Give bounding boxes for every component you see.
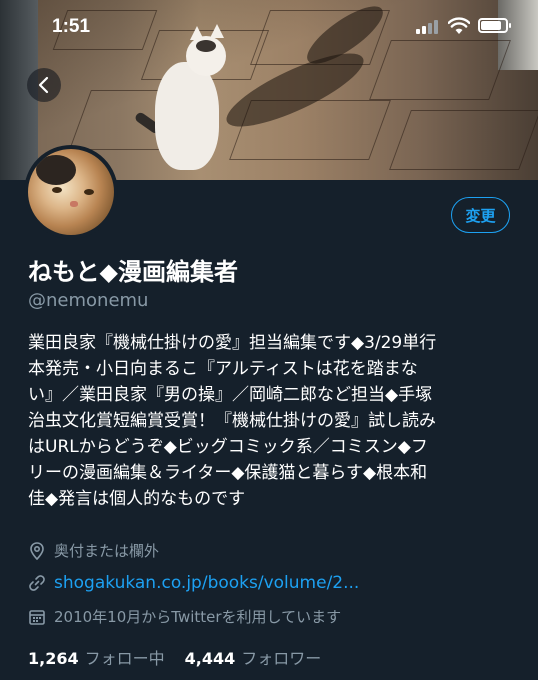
profile-joined-date: 2010年10月からTwitterを利用しています <box>28 606 341 627</box>
link-text[interactable]: shogakukan.co.jp/books/volume/2... <box>54 573 359 593</box>
back-button[interactable] <box>27 68 61 102</box>
followers-label: フォロワー <box>241 649 322 668</box>
following-link[interactable]: 1,264 フォロー中 <box>28 645 165 669</box>
location-text: 奥付または欄外 <box>54 542 160 560</box>
calendar-icon <box>28 608 46 626</box>
battery-icon <box>478 18 511 33</box>
bio-line: 本発売・小日向まるこ『アルティストは花を踏まな <box>28 359 418 379</box>
following-count: 1,264 <box>28 649 79 668</box>
bio-line: はURLからどうぞ◆ビッグコミック系／コミスン◆フ <box>28 437 428 457</box>
user-handle: @nemonemu <box>28 290 149 311</box>
chevron-left-icon <box>38 76 49 94</box>
profile-link[interactable]: shogakukan.co.jp/books/volume/2... <box>28 573 359 593</box>
cellular-signal-icon <box>416 20 440 34</box>
bio-line: リーの漫画編集＆ライター◆保護猫と暮らす◆根本和 <box>28 463 428 483</box>
follow-stats: 1,264 フォロー中 4,444 フォロワー <box>28 645 321 669</box>
bio-line: 治虫文化賞短編賞受賞！『機械仕掛けの愛』試し読み <box>28 411 436 431</box>
followers-count: 4,444 <box>184 649 236 668</box>
cat-body <box>155 62 219 170</box>
joined-text: 2010年10月からTwitterを利用しています <box>54 608 342 626</box>
avatar-eye <box>52 187 62 193</box>
edit-profile-button[interactable]: 変更 <box>451 197 510 233</box>
bio-line: 佳◆発言は個人的なものです <box>28 489 246 509</box>
avatar-nose <box>70 201 78 207</box>
bio-line: 業田良家『機械仕掛けの愛』担当編集です◆3/29単行 <box>28 333 437 353</box>
avatar-patch <box>36 155 76 185</box>
deck-tile <box>389 110 538 170</box>
status-time: 1:51 <box>52 16 91 37</box>
link-icon <box>28 574 46 592</box>
profile-bio: 業田良家『機械仕掛けの愛』担当編集です◆3/29単行 本発売・小日向まるこ『アル… <box>28 330 518 512</box>
map-pin-icon <box>28 541 46 560</box>
avatar-eye <box>84 189 94 195</box>
following-label: フォロー中 <box>84 649 165 668</box>
display-name: ねもと◆漫画編集者 <box>28 258 238 286</box>
bio-line: い』／業田良家『男の操』／岡崎二郎など担当◆手塚 <box>28 385 433 405</box>
followers-link[interactable]: 4,444 フォロワー <box>185 645 322 669</box>
battery-level <box>481 21 501 30</box>
profile-location: 奥付または欄外 <box>28 540 159 561</box>
avatar[interactable] <box>24 145 118 239</box>
wifi-icon <box>448 17 470 34</box>
status-bar: 1:51 <box>0 0 538 52</box>
